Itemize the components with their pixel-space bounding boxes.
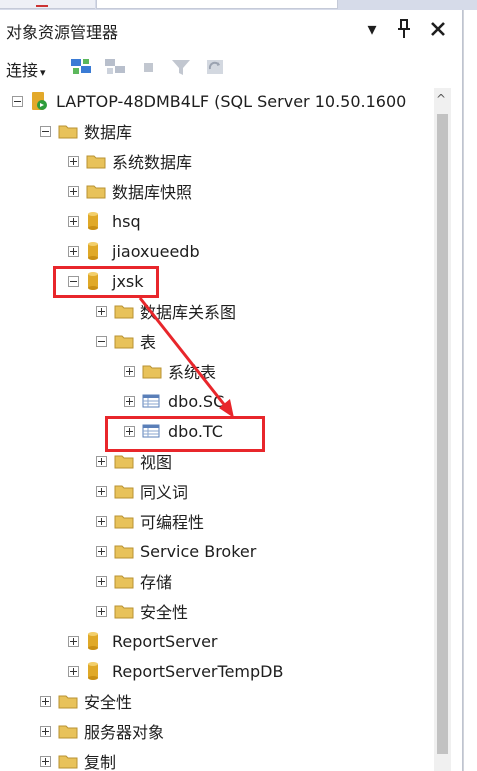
annotation-arrow — [138, 297, 234, 418]
